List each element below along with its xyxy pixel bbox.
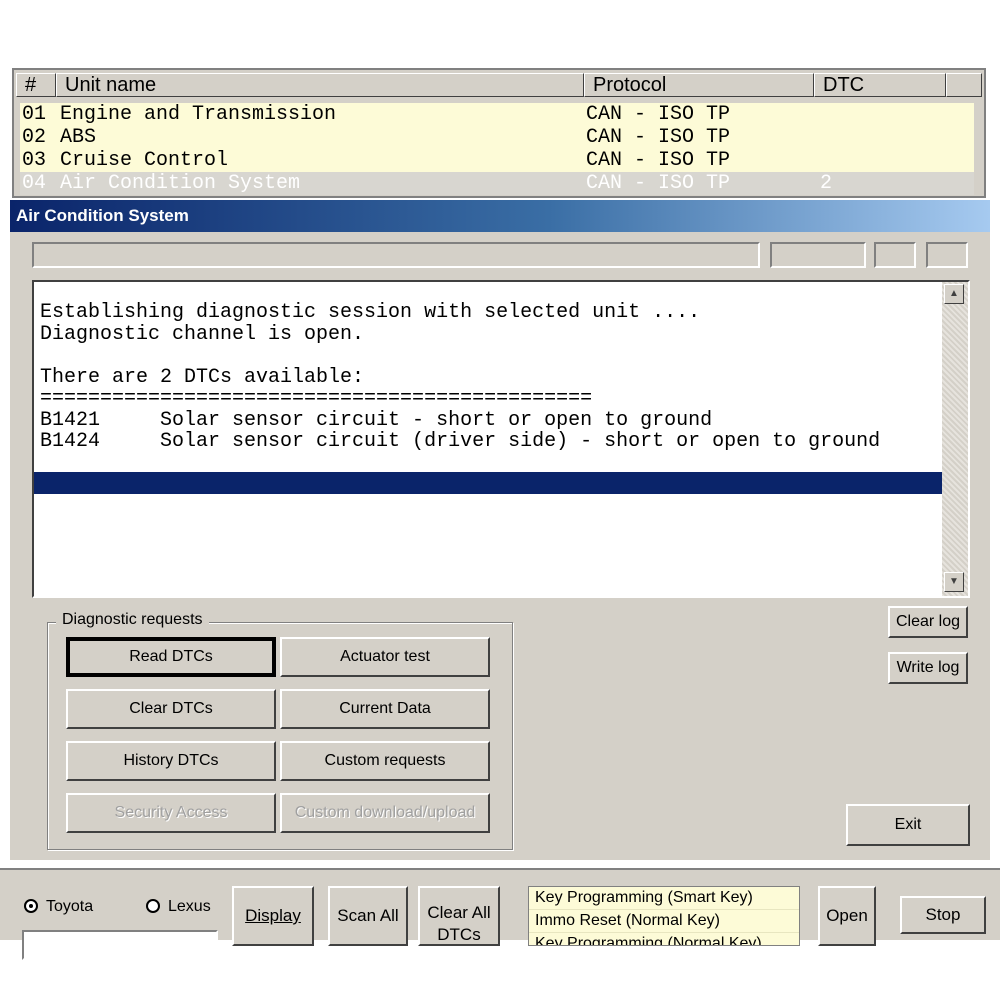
air-condition-dialog: Air Condition System Establishing diagno… bbox=[10, 200, 990, 860]
column-header-protocol[interactable]: Protocol bbox=[584, 73, 814, 97]
log-output[interactable]: Establishing diagnostic session with sel… bbox=[32, 280, 970, 598]
unit-name: Cruise Control bbox=[60, 149, 229, 172]
unit-row[interactable]: 01 Engine and Transmission CAN - ISO TP bbox=[20, 103, 974, 126]
unit-name: Engine and Transmission bbox=[60, 103, 337, 126]
radio-toyota-label: Toyota bbox=[46, 898, 94, 915]
column-header-dtc[interactable]: DTC bbox=[814, 73, 946, 97]
unit-list[interactable]: # Unit name Protocol DTC 01 Engine and T… bbox=[12, 68, 986, 198]
status-field-4 bbox=[926, 242, 968, 268]
status-field-3 bbox=[874, 242, 916, 268]
scan-all-button[interactable]: Scan All bbox=[328, 886, 408, 946]
unit-number: 04 bbox=[22, 172, 47, 195]
bottom-toolbar: Toyota Lexus Display Scan All Clear All … bbox=[0, 868, 1000, 960]
radio-unselected-icon bbox=[146, 899, 160, 913]
list-item[interactable]: Key Programming (Normal Key) bbox=[529, 933, 799, 945]
column-header-number[interactable]: # bbox=[16, 73, 56, 97]
unit-number: 02 bbox=[22, 126, 47, 149]
unit-row[interactable]: 02 ABS CAN - ISO TP bbox=[20, 126, 974, 149]
unit-number: 01 bbox=[22, 103, 47, 126]
unit-protocol: CAN - ISO TP bbox=[586, 149, 731, 172]
exit-button[interactable]: Exit bbox=[846, 804, 970, 846]
display-label: Display bbox=[245, 906, 301, 925]
scroll-up-icon[interactable]: ▲ bbox=[944, 284, 964, 304]
security-access-button[interactable]: Security Access bbox=[66, 793, 276, 833]
model-select[interactable] bbox=[22, 930, 218, 960]
log-scrollbar[interactable]: ▲ ▼ bbox=[942, 282, 968, 596]
unit-protocol: CAN - ISO TP bbox=[586, 126, 731, 149]
list-item[interactable]: Immo Reset (Normal Key) bbox=[529, 910, 799, 933]
history-dtcs-button[interactable]: History DTCs bbox=[66, 741, 276, 781]
radio-lexus-label: Lexus bbox=[168, 898, 211, 915]
column-header-spacer bbox=[946, 73, 982, 97]
unit-name: Air Condition System bbox=[60, 172, 301, 195]
log-selection-highlight bbox=[34, 472, 942, 494]
stop-button[interactable]: Stop bbox=[900, 896, 986, 934]
unit-name: ABS bbox=[60, 126, 97, 149]
radio-toyota[interactable]: Toyota bbox=[24, 898, 93, 916]
list-item[interactable]: Key Programming (Smart Key) bbox=[529, 887, 799, 910]
unit-number: 03 bbox=[22, 149, 47, 172]
column-header-unit-name[interactable]: Unit name bbox=[56, 73, 584, 97]
status-field-main bbox=[32, 242, 760, 268]
unit-row[interactable]: 03 Cruise Control CAN - ISO TP bbox=[20, 149, 974, 172]
clear-log-button[interactable]: Clear log bbox=[888, 606, 968, 638]
group-label: Diagnostic requests bbox=[56, 611, 209, 629]
custom-requests-button[interactable]: Custom requests bbox=[280, 741, 490, 781]
radio-selected-icon bbox=[24, 899, 38, 913]
custom-download-upload-button[interactable]: Custom download/upload bbox=[280, 793, 490, 833]
clear-all-dtcs-button[interactable]: Clear All DTCs bbox=[418, 886, 500, 946]
scroll-down-icon[interactable]: ▼ bbox=[944, 572, 964, 592]
current-data-button[interactable]: Current Data bbox=[280, 689, 490, 729]
unit-protocol: CAN - ISO TP bbox=[586, 172, 731, 195]
status-field-2 bbox=[770, 242, 866, 268]
actuator-test-button[interactable]: Actuator test bbox=[280, 637, 490, 677]
radio-lexus[interactable]: Lexus bbox=[146, 898, 211, 916]
clear-dtcs-button[interactable]: Clear DTCs bbox=[66, 689, 276, 729]
unit-protocol: CAN - ISO TP bbox=[586, 103, 731, 126]
diagnostic-requests-group: Diagnostic requests Read DTCs Actuator t… bbox=[47, 611, 513, 850]
log-text: Establishing diagnostic session with sel… bbox=[40, 302, 881, 453]
dialog-titlebar[interactable]: Air Condition System bbox=[10, 200, 990, 232]
open-button[interactable]: Open bbox=[818, 886, 876, 946]
display-button[interactable]: Display bbox=[232, 886, 314, 946]
read-dtcs-button[interactable]: Read DTCs bbox=[66, 637, 276, 677]
dialog-title: Air Condition System bbox=[16, 206, 189, 225]
unit-dtc: 2 bbox=[820, 172, 833, 195]
key-programming-list[interactable]: Key Programming (Smart Key) Immo Reset (… bbox=[528, 886, 800, 946]
write-log-button[interactable]: Write log bbox=[888, 652, 968, 684]
unit-row-selected[interactable]: 04 Air Condition System CAN - ISO TP 2 bbox=[20, 172, 974, 195]
